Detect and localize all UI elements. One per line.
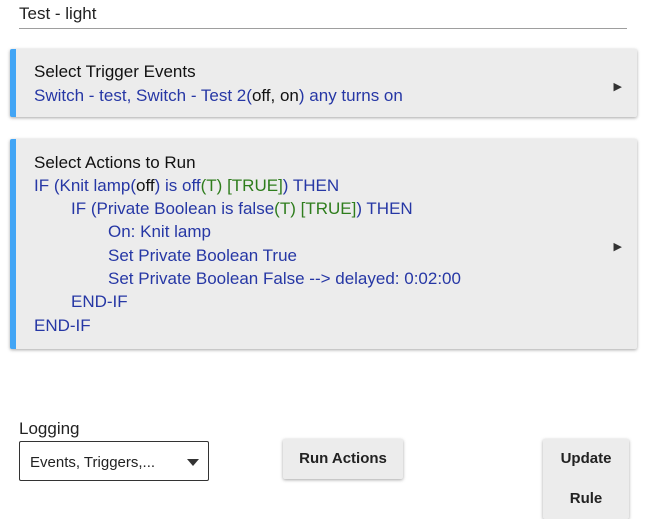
update-rule-label-2: Rule	[569, 490, 603, 507]
action-line-on-knit-lamp: On: Knit lamp	[108, 222, 211, 241]
trigger-suffix: any turns on	[309, 86, 403, 105]
rule-name-field[interactable]: Test - light	[19, 0, 627, 29]
select-actions-card[interactable]: Select Actions to Run IF (Knit lamp(off)…	[10, 139, 637, 349]
action-line-if-private-boolean: IF (Private Boolean is false(T) [TRUE]) …	[71, 199, 413, 218]
trigger-state-values: off, on	[251, 86, 299, 105]
action-line-set-boolean-false-delayed: Set Private Boolean False --> delayed: 0…	[108, 269, 461, 288]
actions-card-title: Select Actions to Run	[34, 153, 196, 172]
select-trigger-events-card[interactable]: Select Trigger Events Switch - test, Swi…	[10, 49, 637, 117]
actions-expand-arrow-icon[interactable]: ▶	[614, 240, 622, 253]
action-line-end-if-outer: END-IF	[34, 316, 91, 335]
run-actions-button[interactable]: Run Actions	[283, 439, 403, 479]
logging-select-value: Events, Triggers,...	[30, 454, 156, 471]
trigger-devices: Switch - test, Switch - Test 2	[34, 86, 247, 105]
action-line-set-boolean-true: Set Private Boolean True	[108, 246, 298, 265]
update-rule-label-1: Update	[560, 450, 612, 467]
logging-select[interactable]: Events, Triggers,...	[19, 441, 209, 481]
trigger-card-title: Select Trigger Events	[34, 62, 196, 81]
action-line-if-knit-lamp: IF (Knit lamp(off) is off(T) [TRUE]) THE…	[34, 176, 340, 195]
action-line-end-if-inner: END-IF	[71, 292, 128, 311]
trigger-summary: Switch - test, Switch - Test 2(off, on) …	[34, 86, 403, 105]
chevron-down-icon	[187, 459, 199, 466]
update-rule-button[interactable]: Update Rule	[543, 439, 629, 519]
rule-name-value: Test - light	[19, 4, 97, 23]
logging-label: Logging	[19, 419, 80, 438]
trigger-expand-arrow-icon[interactable]: ▶	[614, 80, 622, 93]
